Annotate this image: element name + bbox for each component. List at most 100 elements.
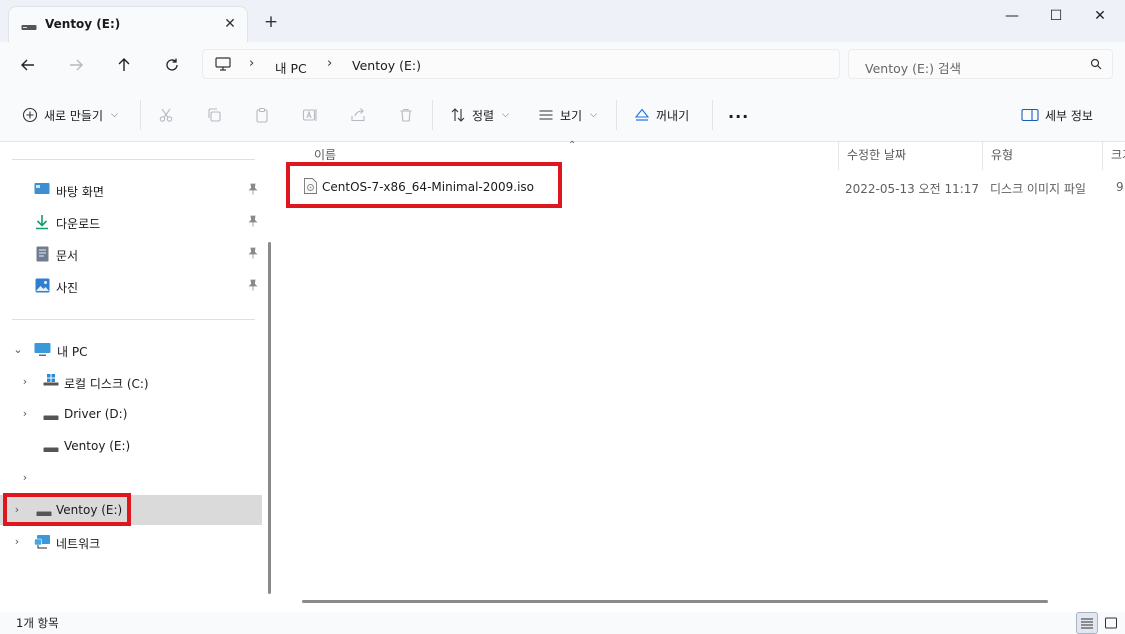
- column-header-size[interactable]: 크기: [1102, 142, 1125, 170]
- chevron-down-icon: ⌵: [590, 110, 597, 120]
- tab-ventoy[interactable]: Ventoy (E:) ✕: [8, 6, 248, 42]
- pin-icon[interactable]: [248, 279, 258, 294]
- forward-button[interactable]: [62, 51, 90, 79]
- tab-close-button[interactable]: ✕: [221, 15, 239, 33]
- chevron-right-icon[interactable]: ›: [19, 472, 31, 484]
- delete-button[interactable]: [398, 104, 414, 126]
- details-view-button[interactable]: [1076, 612, 1098, 634]
- horizontal-scrollbar[interactable]: [302, 600, 1048, 603]
- sidebar-item-documents[interactable]: 문서: [0, 239, 262, 269]
- file-size: 9: [1116, 180, 1124, 194]
- download-icon: [35, 214, 49, 233]
- sidebar-item-network[interactable]: › 네트워크: [0, 527, 262, 557]
- drive-icon: [43, 442, 59, 456]
- share-icon: [351, 108, 365, 122]
- eject-button[interactable]: 꺼내기: [634, 104, 689, 126]
- rename-button[interactable]: [302, 104, 318, 126]
- details-pane-icon: [1021, 108, 1039, 122]
- search-icon: [1090, 58, 1102, 73]
- copy-button[interactable]: [206, 104, 222, 126]
- chevron-down-icon[interactable]: ⌄: [12, 344, 24, 356]
- pin-icon[interactable]: [248, 215, 258, 230]
- file-type: 디스크 이미지 파일: [990, 182, 1086, 196]
- view-list-icon: [539, 110, 553, 120]
- sort-button[interactable]: 정렬 ⌵: [450, 104, 509, 126]
- copy-icon: [208, 108, 221, 122]
- refresh-button[interactable]: [158, 51, 186, 79]
- sidebar-item-downloads[interactable]: 다운로드: [0, 207, 262, 237]
- navigation-pane: 바탕 화면 다운로드 문서 사진 ⌄ 내 PC › 로컬 디스크 (C:) › …: [0, 142, 274, 612]
- forward-arrow-icon: [70, 59, 83, 71]
- view-button-label: 보기: [560, 108, 583, 123]
- divider: [140, 100, 141, 130]
- chevron-right-icon[interactable]: ›: [11, 504, 23, 516]
- minimize-button[interactable]: —: [990, 4, 1034, 30]
- tiles-view-button[interactable]: [1100, 612, 1122, 634]
- sidebar-item-label: 바탕 화면: [56, 185, 104, 199]
- details-pane-label: 세부 정보: [1045, 108, 1093, 123]
- network-icon: [34, 534, 51, 553]
- divider: [12, 159, 255, 160]
- search-input[interactable]: Ventoy (E:) 검색: [848, 49, 1113, 79]
- column-header-type[interactable]: 유형: [982, 142, 1102, 170]
- scissors-icon: [159, 108, 173, 122]
- up-button[interactable]: [110, 51, 138, 79]
- title-bar: Ventoy (E:) ✕ + — ☐ ✕: [0, 0, 1125, 42]
- file-modified: 2022-05-13 오전 11:17: [845, 182, 980, 196]
- details-view-icon: [1081, 618, 1093, 629]
- sidebar-item-this-pc[interactable]: ⌄ 내 PC: [0, 335, 262, 365]
- sidebar-scrollbar[interactable]: [268, 242, 271, 594]
- view-button[interactable]: 보기 ⌵: [538, 104, 597, 126]
- chevron-right-icon[interactable]: ›: [19, 376, 31, 388]
- share-button[interactable]: [350, 104, 366, 126]
- eject-icon: [634, 108, 650, 121]
- sidebar-item-label: Ventoy (E:): [64, 439, 131, 453]
- chevron-right-icon[interactable]: ›: [19, 408, 31, 420]
- close-window-button[interactable]: ✕: [1078, 4, 1122, 30]
- details-pane-button[interactable]: 세부 정보: [1021, 104, 1093, 126]
- file-name: CentOS-7-x86_64-Minimal-2009.iso: [322, 180, 535, 194]
- sort-ascending-icon: ⌃: [568, 140, 577, 151]
- sidebar-item-drive-c[interactable]: › 로컬 디스크 (C:): [0, 367, 262, 397]
- refresh-icon: [166, 58, 178, 71]
- address-bar[interactable]: › 내 PC › Ventoy (E:): [202, 49, 840, 79]
- back-button[interactable]: [14, 51, 42, 79]
- sidebar-item-ventoy-selected[interactable]: › Ventoy (E:): [0, 495, 262, 525]
- documents-icon: [36, 246, 49, 265]
- divider: [616, 100, 617, 130]
- pin-icon[interactable]: [248, 247, 258, 262]
- item-count: 1개 항목: [16, 616, 59, 630]
- pin-icon[interactable]: [248, 183, 258, 198]
- breadcrumb-this-pc[interactable]: 내 PC: [275, 58, 307, 77]
- divider: [432, 100, 433, 130]
- sidebar-item-collapsed[interactable]: ›: [0, 463, 262, 493]
- computer-icon: [34, 342, 51, 360]
- new-button[interactable]: 새로 만들기 ⌵: [22, 104, 118, 126]
- sidebar-item-drive-e[interactable]: Ventoy (E:): [0, 431, 262, 461]
- chevron-right-icon[interactable]: ›: [11, 536, 23, 548]
- sidebar-item-drive-d[interactable]: › Driver (D:): [0, 399, 262, 429]
- new-tab-button[interactable]: +: [262, 13, 280, 31]
- drive-icon: [21, 21, 37, 35]
- up-arrow-icon: [118, 58, 130, 71]
- clipboard-icon: [256, 107, 268, 123]
- sidebar-item-desktop[interactable]: 바탕 화면: [0, 175, 262, 205]
- desktop-icon: [34, 182, 50, 199]
- search-placeholder: Ventoy (E:) 검색: [865, 61, 961, 76]
- cut-button[interactable]: [158, 104, 174, 126]
- sidebar-item-label: 다운로드: [56, 217, 101, 231]
- sidebar-item-pictures[interactable]: 사진: [0, 271, 262, 301]
- sidebar-item-label: 사진: [56, 281, 79, 295]
- file-list-pane: 이름 ⌃ 수정한 날짜 유형 크기 CentOS-7-x86_64-Minima…: [274, 140, 1125, 612]
- chevron-right-icon: ›: [327, 56, 333, 71]
- maximize-button[interactable]: ☐: [1034, 4, 1078, 30]
- sidebar-item-label: Ventoy (E:): [56, 503, 123, 517]
- more-options-button[interactable]: ...: [728, 101, 749, 123]
- divider: [712, 100, 713, 130]
- file-row[interactable]: CentOS-7-x86_64-Minimal-2009.iso 2022-05…: [284, 172, 1125, 202]
- trash-icon: [400, 108, 412, 122]
- breadcrumb-ventoy[interactable]: Ventoy (E:): [352, 58, 421, 73]
- sidebar-item-label: Driver (D:): [64, 407, 128, 421]
- column-header-modified[interactable]: 수정한 날짜: [838, 142, 982, 170]
- paste-button[interactable]: [254, 104, 270, 126]
